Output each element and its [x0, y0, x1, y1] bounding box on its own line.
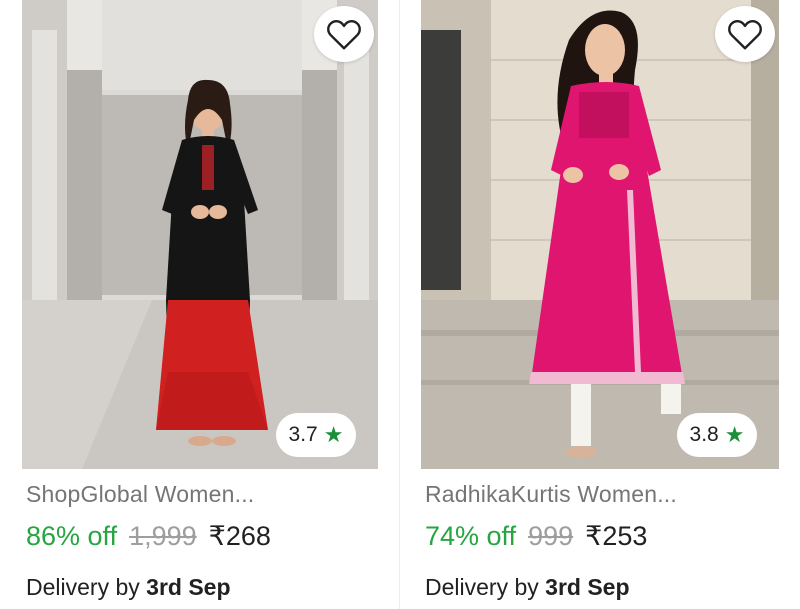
- price-row: 74% off 999 ₹253: [425, 521, 647, 552]
- discount-text: 86% off: [26, 521, 118, 551]
- delivery-label: Delivery by: [26, 574, 140, 600]
- product-image[interactable]: 3.8 ★: [421, 0, 779, 469]
- discount-text: 74% off: [425, 521, 517, 551]
- product-card[interactable]: 3.8 ★ RadhikaKurtis Women... 74% off 999…: [421, 0, 779, 609]
- product-photo: [421, 0, 779, 469]
- rating-badge: 3.7 ★: [276, 413, 356, 457]
- delivery-date: 3rd Sep: [545, 574, 630, 600]
- rating-badge: 3.8 ★: [677, 413, 757, 457]
- delivery-label: Delivery by: [425, 574, 539, 600]
- original-price: 999: [528, 521, 574, 551]
- product-photo: [22, 0, 378, 469]
- heart-outline-icon: [728, 20, 762, 50]
- product-image[interactable]: 3.7 ★: [22, 0, 378, 469]
- card-divider: [399, 0, 400, 609]
- selling-price: ₹268: [208, 521, 271, 551]
- wishlist-button[interactable]: [314, 6, 374, 62]
- rating-value: 3.8: [689, 423, 719, 446]
- selling-price: ₹253: [585, 521, 648, 551]
- star-icon: ★: [724, 422, 745, 447]
- price-row: 86% off 1,999 ₹268: [26, 521, 271, 552]
- product-title[interactable]: RadhikaKurtis Women...: [425, 481, 677, 508]
- rating-value: 3.7: [288, 423, 318, 446]
- original-price: 1,999: [129, 521, 197, 551]
- delivery-info: Delivery by 3rd Sep: [26, 574, 231, 601]
- wishlist-button[interactable]: [715, 6, 775, 62]
- delivery-date: 3rd Sep: [146, 574, 231, 600]
- product-grid: 3.7 ★ ShopGlobal Women... 86% off 1,999 …: [0, 0, 800, 609]
- star-icon: ★: [323, 422, 344, 447]
- delivery-info: Delivery by 3rd Sep: [425, 574, 630, 601]
- product-card[interactable]: 3.7 ★ ShopGlobal Women... 86% off 1,999 …: [22, 0, 378, 609]
- product-title[interactable]: ShopGlobal Women...: [26, 481, 254, 508]
- heart-outline-icon: [327, 20, 361, 50]
